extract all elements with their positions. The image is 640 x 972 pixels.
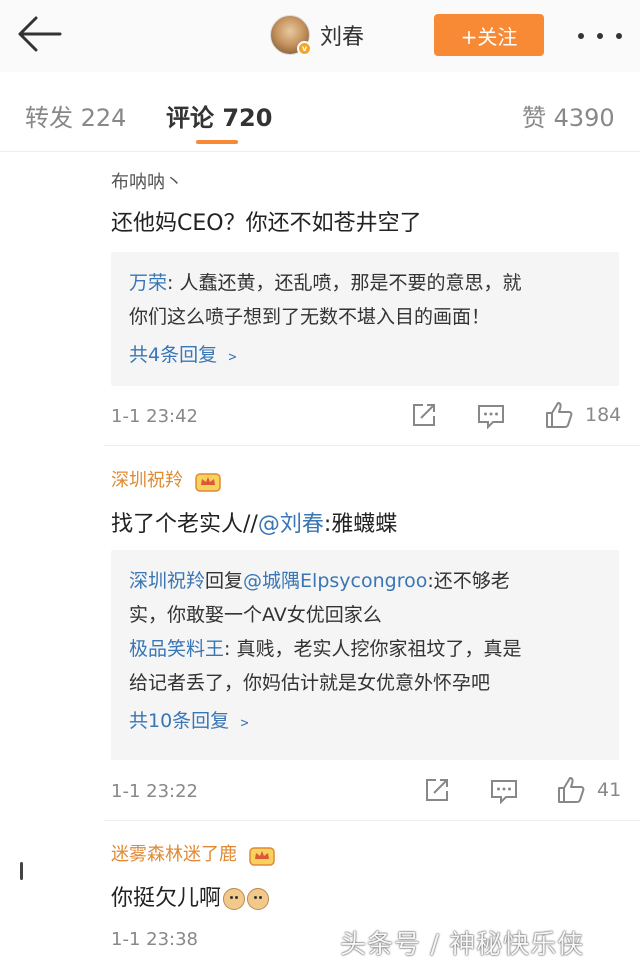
crown-vip-icon [194,473,221,492]
comment-text-part: 你挺欠儿啊 [111,886,222,911]
reply-author[interactable]: 深圳祝羚 [129,570,205,592]
reply-line: 极品笑料王: 真贱，老实人挖你家祖坟了，真是 [129,632,601,666]
repost-icon [426,779,448,801]
more-replies-link[interactable]: 共10条回复 ﹥ [129,704,601,738]
reply-line: 深圳祝羚回复@城隅Elpsycongroo:还不够老 [129,564,601,598]
reply-text: :还不够老 [427,570,510,592]
more-options-icon[interactable] [578,26,622,46]
like-action[interactable]: 41 [557,776,621,804]
comment-divider [104,445,640,446]
verified-badge-icon: v [297,41,312,56]
comment-timestamp: 1-1 23:38 [111,929,198,950]
repost-icon [413,404,435,426]
comment-author[interactable]: 深圳祝羚 [111,466,221,492]
comment-text: 还他妈CEO？你还不如苍井空了 [111,211,422,236]
reply-box[interactable]: 深圳祝羚回复@城隅Elpsycongroo:还不够老 实，你敢娶一个AV女优回家… [111,550,619,760]
reply-text: 回复 [205,570,244,592]
reply-author[interactable]: 万荣 [129,272,167,294]
reply-box[interactable]: 万荣: 人蠢还黄，还乱喷，那是不要的意思，就 你们这么喷子想到了无数不堪入目的画… [111,252,619,386]
mention-link[interactable]: @刘春 [258,512,324,537]
reply-text: : 人蠢还黄，还乱喷，那是不要的意思，就 [167,272,522,294]
comment-text-part: :雅蠛蝶 [323,512,398,537]
tab-bar: 转发 224 评论 720 赞 4390 [0,72,640,152]
thumbs-up-icon [558,777,585,803]
reply-author[interactable]: 极品笑料王 [129,638,224,660]
comment-author[interactable]: 迷雾森林迷了鹿 [111,840,275,866]
crown-vip-icon [248,847,275,866]
like-count: 41 [597,779,622,801]
tab-likes[interactable]: 赞 4390 [522,98,615,133]
more-replies-link[interactable]: 共4条回复 ﹥ [129,338,601,372]
follow-button[interactable]: +关注 [434,14,544,56]
watermark: 头条号 / 神秘快乐侠 [340,930,585,960]
scroll-edge-mark [20,862,23,880]
comment-icon [478,405,504,429]
comment-author[interactable]: 布呐呐丶 [111,168,183,194]
tab-repost[interactable]: 转发 224 [25,98,126,133]
reply-line: 万荣: 人蠢还黄，还乱喷，那是不要的意思，就 [129,266,601,300]
user-header[interactable]: v 刘春 [270,12,364,58]
comment-text: 找了个老实人//@刘春:雅蠛蝶 [111,506,397,538]
comment-icon [491,780,517,804]
like-action[interactable]: 184 [545,401,621,429]
top-nav-bar: v 刘春 +关注 [0,0,640,72]
comment-divider [104,820,640,821]
active-tab-indicator [196,140,238,144]
reply-line-cont: 给记者丢了，你妈估计就是女优意外怀孕吧 [129,672,491,694]
cat-emoji-icon [223,888,246,910]
comment-author-name[interactable]: 深圳祝羚 [111,470,183,491]
comment-action[interactable] [477,403,505,429]
comment-author-name[interactable]: 迷雾森林迷了鹿 [111,844,237,865]
reply-line-cont: 你们这么喷子想到了无数不堪入目的画面！ [129,306,491,328]
like-count: 184 [585,404,622,426]
mention-link[interactable]: @城隅Elpsycongroo [243,570,427,592]
reply-line-cont: 实，你敢娶一个AV女优回家么 [129,604,382,626]
comment-text: 你挺欠儿啊 [111,880,270,912]
comment-timestamp: 1-1 23:22 [111,781,198,802]
repost-action[interactable] [424,777,450,803]
comment-timestamp: 1-1 23:42 [111,406,198,427]
thumbs-up-icon [546,402,573,428]
reply-text: : 真贱，老实人挖你家祖坟了，真是 [224,638,522,660]
repost-action[interactable] [411,402,437,428]
username[interactable]: 刘春 [320,19,364,51]
back-arrow-icon[interactable] [16,14,62,54]
comment-action[interactable] [490,778,518,804]
avatar[interactable]: v [270,15,312,56]
cat-emoji-icon [247,888,270,910]
comment-text-part: 找了个老实人// [111,512,258,537]
tab-comments[interactable]: 评论 720 [166,98,272,133]
